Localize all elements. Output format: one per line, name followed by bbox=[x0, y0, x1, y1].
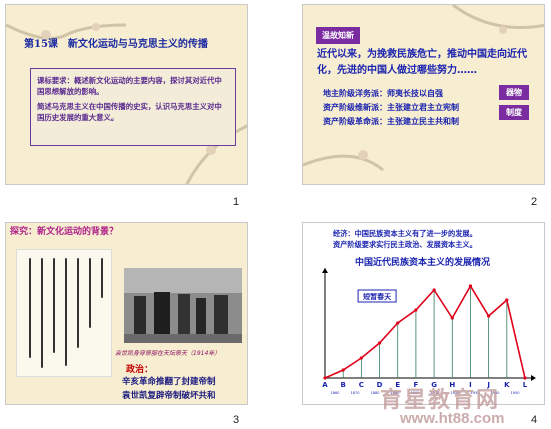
annotation-label: 短暂春天 bbox=[363, 292, 392, 301]
slide-1-number: 1 bbox=[233, 196, 240, 208]
calligraphy-image bbox=[16, 249, 112, 377]
economy-line: 经济：中国民族资本主义有了进一步的发展。 bbox=[333, 229, 477, 238]
x-year-label: 1950 bbox=[511, 391, 520, 395]
curriculum-requirements-box: 课标要求：概述新文化运动的主要内容，探讨其对近代中国思想解放的影响。 简述马克思… bbox=[30, 68, 236, 146]
photo-caption: 袁世凯身穿祭服在天坛祭天（1914年） bbox=[115, 350, 221, 357]
data-point bbox=[523, 376, 527, 380]
data-point bbox=[432, 288, 436, 292]
requirement-line: 简述马克思主义在中国传播的史实，认识马克思主义对中国历史发展的重大意义。 bbox=[37, 102, 222, 122]
ceremony-photo bbox=[124, 268, 242, 343]
slide-4-number: 4 bbox=[531, 414, 538, 426]
data-point bbox=[323, 376, 327, 380]
requirement-line: 课标要求：概述新文化运动的主要内容，探讨其对近代中国思想解放的影响。 bbox=[37, 76, 222, 96]
slide-1-title: 第15课 新文化运动与马克思主义的传播 bbox=[24, 39, 208, 50]
data-point bbox=[414, 308, 418, 312]
class-line: 资产阶级革命派：主张建立民主共和制 bbox=[323, 117, 459, 126]
x-year-label: 1880 bbox=[371, 391, 380, 395]
class-line: 地主阶级洋务派：师夷长技以自强 bbox=[323, 89, 443, 98]
slide-4-thumbnail[interactable]: 经济：中国民族资本主义有了进一步的发展。 资产阶级要求实行民主政治、发展资本主义… bbox=[302, 222, 545, 405]
slide-2-thumbnail[interactable]: 温故知新 近代以来，为挽救民族危亡，推动中国走向近代化，先进的中国人做过哪些努力… bbox=[302, 4, 545, 185]
x-category-label: C bbox=[359, 381, 364, 389]
data-point bbox=[505, 298, 509, 302]
x-category-label: L bbox=[523, 381, 528, 389]
data-point bbox=[359, 356, 363, 360]
x-year-label: 1870 bbox=[351, 391, 360, 395]
politics-label: 政治： bbox=[126, 365, 154, 375]
watermark-url: www.ht88.com bbox=[400, 410, 505, 427]
slide-3-number: 3 bbox=[233, 414, 240, 426]
objects-tag: 器物 bbox=[499, 85, 529, 100]
system-tag: 制度 bbox=[499, 105, 529, 120]
bourgeoisie-line: 资产阶级要求实行民主政治、发展资本主义。 bbox=[333, 240, 477, 249]
slide-2-question: 近代以来，为挽救民族危亡，推动中国走向近代化，先进的中国人做过哪些努力…… bbox=[317, 49, 527, 76]
data-point bbox=[487, 314, 491, 318]
data-point bbox=[341, 368, 345, 372]
slide-1-thumbnail[interactable]: 第15课 新文化运动与马克思主义的传播 课标要求：概述新文化运动的主要内容，探讨… bbox=[5, 4, 248, 185]
slide-3-thumbnail[interactable]: 探究：新文化运动的背景？ 袁世凯身穿祭服在天坛祭天（1914年） 政治： 辛亥革… bbox=[5, 222, 248, 405]
data-point bbox=[377, 341, 382, 345]
politics-line: 袁世凯复辟帝制破坏共和 bbox=[122, 391, 216, 401]
slide-2-number: 2 bbox=[531, 196, 538, 208]
review-tag: 温故知新 bbox=[316, 27, 360, 44]
slide-3-title: 探究：新文化运动的背景？ bbox=[10, 227, 119, 237]
data-point bbox=[396, 321, 400, 325]
x-category-label: A bbox=[322, 381, 328, 389]
x-category-label: K bbox=[504, 381, 510, 389]
politics-line: 辛亥革命推翻了封建帝制 bbox=[122, 377, 216, 387]
class-line: 资产阶级维新派：主张建立君主立宪制 bbox=[323, 103, 459, 112]
x-year-label: 1860 bbox=[331, 391, 340, 395]
data-point bbox=[468, 284, 473, 288]
x-category-label: B bbox=[341, 381, 346, 389]
y-axis-arrow bbox=[322, 268, 328, 273]
data-point bbox=[450, 316, 454, 320]
series-line bbox=[324, 284, 526, 379]
x-axis-arrow bbox=[531, 375, 536, 381]
